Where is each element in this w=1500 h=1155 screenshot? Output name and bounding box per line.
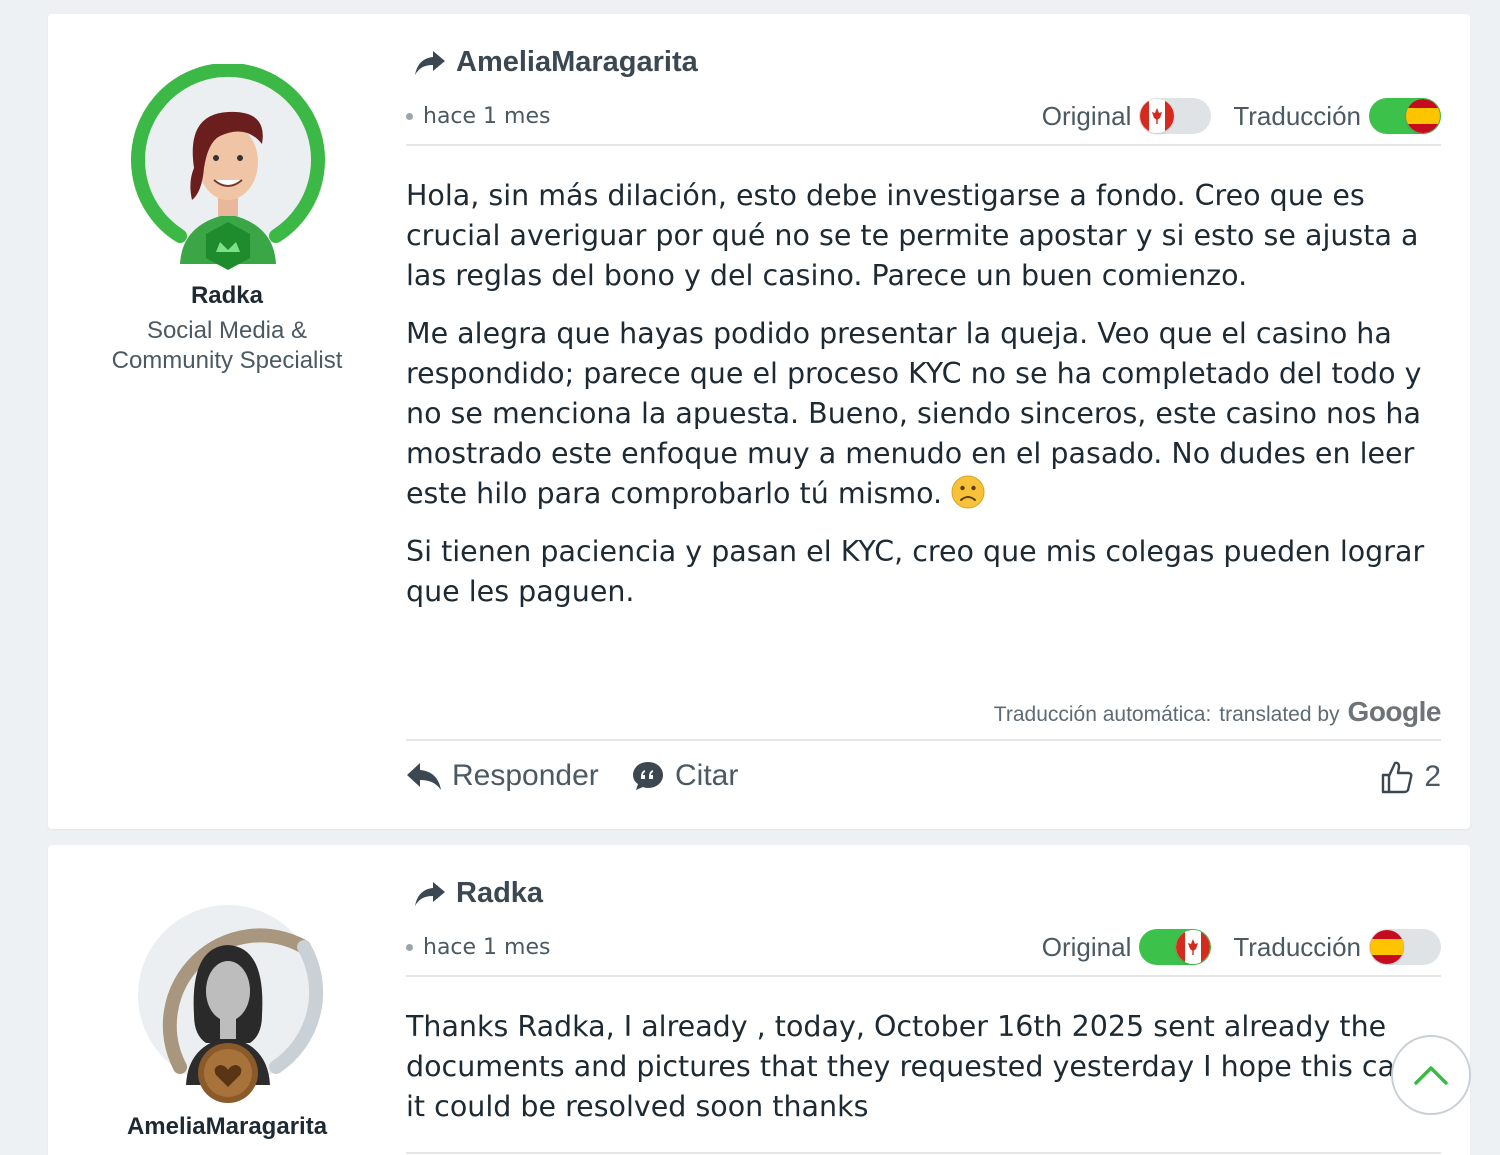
share-icon	[414, 880, 446, 908]
timestamp-text: hace 1 mes	[423, 104, 551, 129]
bullet-dot	[406, 944, 413, 951]
translation-label: Traducción	[1233, 100, 1361, 131]
comment-card: AmeliaMaragarita Radka hace 1 mes Origin…	[48, 845, 1470, 1155]
timestamp: hace 1 mes	[406, 935, 550, 960]
comment-paragraph-text: Me alegra que hayas podido presentar la …	[406, 317, 1422, 510]
translation-note: Traducción automática:	[993, 703, 1212, 726]
original-label: Original	[1041, 931, 1132, 962]
divider	[406, 739, 1441, 741]
original-toggle[interactable]: Original	[1042, 98, 1212, 134]
comment-body: Hola, sin más dilación, esto debe invest…	[406, 176, 1446, 630]
original-switch[interactable]	[1139, 929, 1212, 965]
comment-actions: Responder Citar 2	[406, 759, 1441, 809]
avatar[interactable]	[128, 64, 328, 284]
translated-by-text: translated by	[1219, 703, 1340, 726]
spain-flag-icon	[1406, 99, 1440, 133]
translation-toggle[interactable]: Traducción	[1233, 929, 1441, 965]
translation-toggle-group: Original Traducción	[1042, 929, 1441, 965]
translation-switch[interactable]	[1369, 929, 1441, 965]
reply-to[interactable]: AmeliaMaragarita	[414, 46, 698, 79]
like-count: 2	[1424, 760, 1441, 793]
translation-toggle[interactable]: Traducción	[1233, 98, 1441, 134]
timestamp: hace 1 mes	[406, 104, 550, 129]
share-icon	[414, 49, 446, 77]
avatar[interactable]	[128, 895, 328, 1115]
sad-face-emoji	[951, 475, 985, 509]
timestamp-text: hace 1 mes	[423, 935, 551, 960]
author-role: Social Media & Community Specialist	[48, 316, 406, 376]
original-toggle[interactable]: Original	[1042, 929, 1212, 965]
author-role-line: Community Specialist	[111, 347, 343, 374]
canada-flag-icon	[1176, 930, 1211, 964]
reply-to[interactable]: Radka	[414, 877, 543, 910]
comment-meta: hace 1 mes Original Traducción	[406, 929, 1441, 977]
translation-switch[interactable]	[1369, 98, 1441, 134]
translation-label: Traducción	[1233, 931, 1361, 962]
comment-paragraph: Hola, sin más dilación, esto debe invest…	[406, 179, 1419, 292]
chevron-up-icon	[1414, 1066, 1448, 1085]
reply-label: Responder	[452, 759, 599, 792]
spain-flag-icon	[1370, 930, 1404, 964]
translation-attribution: Traducción automática: translated by Goo…	[993, 696, 1442, 728]
translation-toggle-group: Original Traducción	[1042, 98, 1441, 134]
comment-paragraph: Me alegra que hayas podido presentar la …	[406, 314, 1446, 514]
author-name[interactable]: Radka	[48, 282, 406, 310]
reply-button[interactable]: Responder	[406, 759, 599, 793]
quote-icon	[633, 762, 663, 790]
like-button[interactable]: 2	[1380, 759, 1441, 795]
comment-paragraph: Thanks Radka, I already , today, October…	[406, 1010, 1428, 1123]
comment-card: Radka Social Media & Community Specialis…	[48, 14, 1470, 829]
author-role-line: Social Media &	[146, 317, 308, 344]
reply-to-username[interactable]: Radka	[456, 877, 543, 910]
comment-meta: hace 1 mes Original Traducción	[406, 98, 1441, 146]
original-switch[interactable]	[1139, 98, 1212, 134]
reply-to-username[interactable]: AmeliaMaragarita	[456, 46, 698, 79]
bullet-dot	[406, 113, 413, 120]
quote-label: Citar	[675, 759, 739, 792]
comment-paragraph: Si tienen paciencia y pasan el KYC, creo…	[406, 535, 1425, 608]
google-logo: Google	[1347, 696, 1442, 727]
original-label: Original	[1041, 100, 1132, 131]
reply-icon	[407, 763, 441, 790]
canada-flag-icon	[1140, 99, 1175, 133]
comment-body: Thanks Radka, I already , today, October…	[406, 1007, 1446, 1145]
author-name[interactable]: AmeliaMaragarita	[48, 1113, 406, 1141]
thumbs-up-icon	[1382, 761, 1413, 794]
divider	[406, 1152, 1441, 1154]
scroll-to-top-button[interactable]	[1391, 1035, 1471, 1115]
quote-button[interactable]: Citar	[631, 759, 738, 793]
